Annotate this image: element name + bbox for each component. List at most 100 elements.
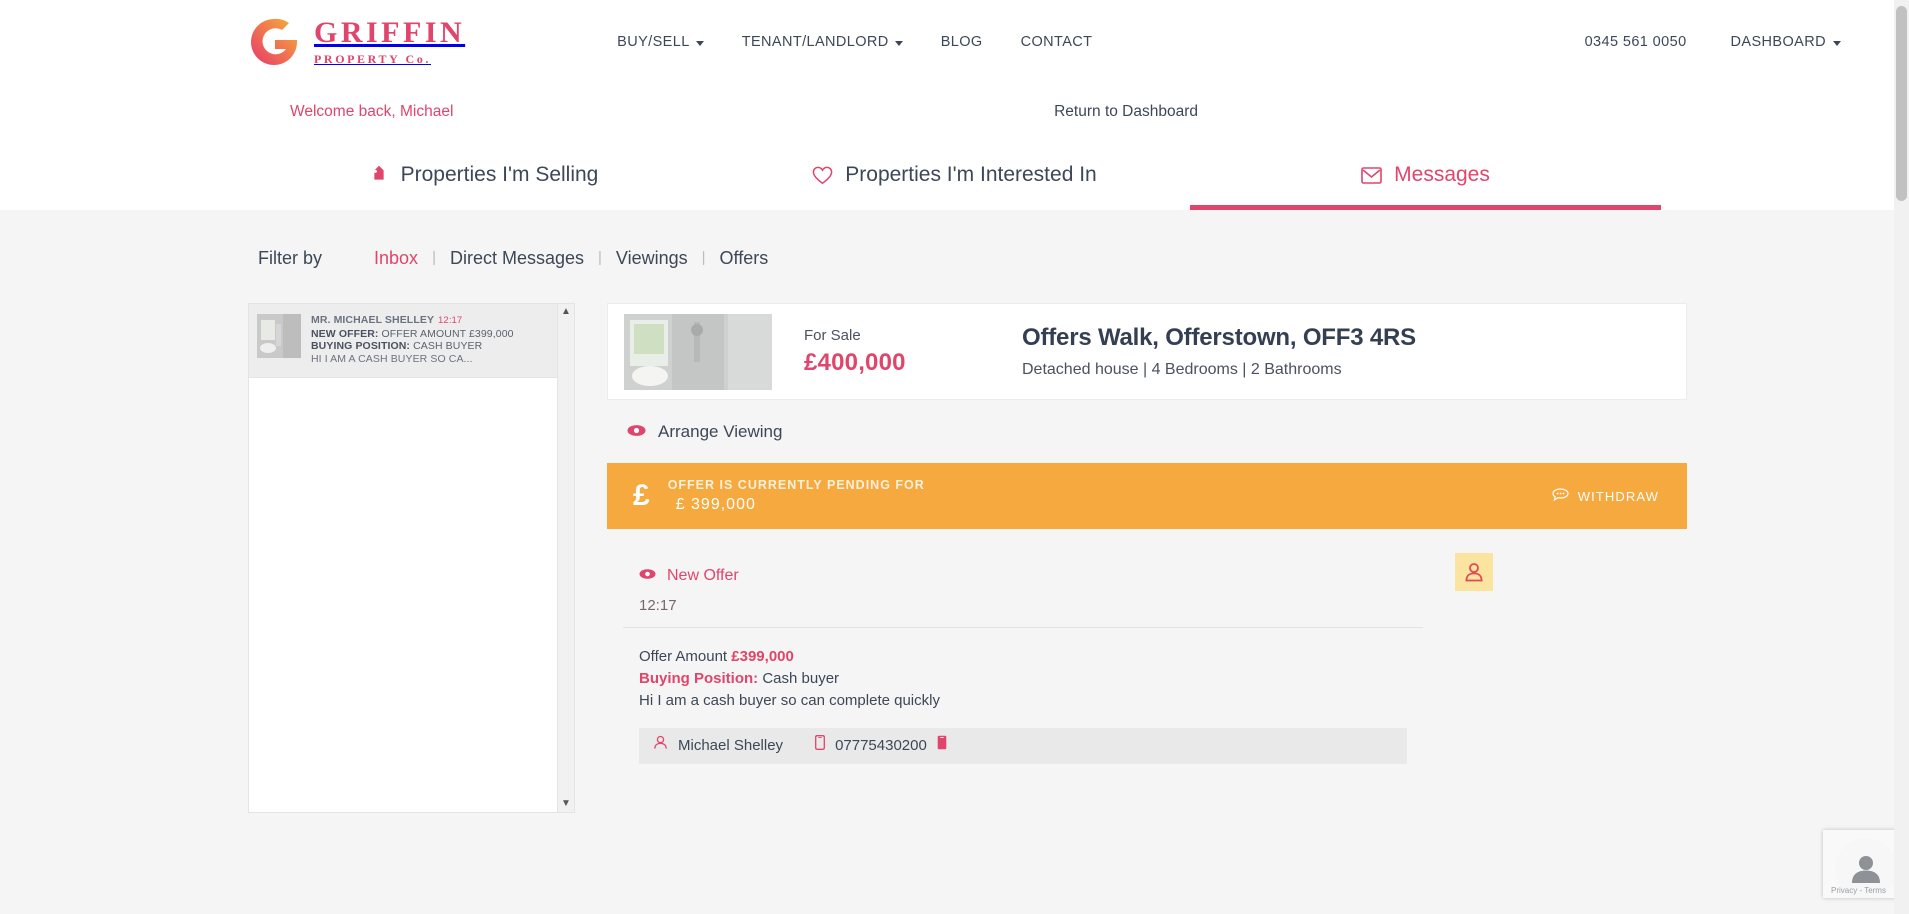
message-list-scrollbar[interactable]: ▲ ▼	[557, 304, 574, 812]
heart-icon	[812, 166, 833, 185]
contact-name: Michael Shelley	[678, 737, 784, 754]
speech-bubble-icon	[1552, 487, 1569, 505]
offer-amount-row: Offer Amount £399,000	[639, 646, 1423, 668]
property-status: For Sale	[804, 326, 861, 344]
tag-icon	[369, 165, 389, 185]
arrange-viewing-label: Arrange Viewing	[658, 422, 783, 441]
message-body-text: Hi I am a cash buyer so can complete qui…	[639, 692, 940, 709]
nav-item-buy-sell-label: BUY/SELL	[617, 34, 690, 50]
mobile-phone-icon	[815, 735, 826, 757]
nav-item-blog[interactable]: BLOG	[941, 34, 983, 50]
property-price: £400,000	[804, 348, 906, 376]
filter-option-inbox[interactable]: Inbox	[374, 248, 418, 269]
nav-item-contact[interactable]: CONTACT	[1021, 34, 1093, 50]
chevron-down-icon	[695, 40, 704, 46]
message-thread: New Offer 12:17 Offer Amount £399,000 Bu…	[607, 529, 1687, 764]
person-icon	[1465, 563, 1483, 582]
list-item[interactable]: MR. MICHAEL SHELLEY 12:17 NEW OFFER: OFFE…	[249, 304, 557, 379]
withdraw-offer-button[interactable]: WITHDRAW	[1552, 487, 1659, 505]
dashboard-tabs: Properties I'm Selling Properties I'm In…	[0, 140, 1909, 210]
phone-number-link[interactable]: 0345 561 0050	[1585, 34, 1687, 50]
message-bubble: New Offer 12:17 Offer Amount £399,000 Bu…	[623, 553, 1423, 764]
message-list-panel: MR. MICHAEL SHELLEY 12:17 NEW OFFER: OFFE…	[248, 303, 575, 813]
pending-offer-headline: OFFER IS CURRENTLY PENDING FOR	[667, 478, 925, 492]
filter-by-label: Filter by	[258, 248, 323, 268]
chevron-up-icon[interactable]: ▲	[561, 307, 571, 317]
pound-sign-icon: £	[633, 479, 650, 512]
eye-icon	[639, 567, 656, 585]
tab-properties-im-interested-in[interactable]: Properties I'm Interested In	[719, 140, 1190, 210]
message-bubble-body: Offer Amount £399,000 Buying Position: C…	[623, 628, 1423, 764]
top-navigation-bar: GRIFFIN PROPERTY Co. BUY/SELL TENANT/LAN…	[0, 0, 1909, 84]
message-type-label: New Offer	[667, 567, 739, 584]
eye-icon	[627, 422, 646, 442]
brand-wordmark: GRIFFIN PROPERTY Co.	[314, 15, 466, 67]
buying-position-row: Buying Position: Cash buyer	[639, 668, 1423, 690]
property-price-block: For Sale £400,000	[804, 327, 1014, 377]
top-right-group: 0345 561 0050 DASHBOARD	[1585, 34, 1841, 50]
property-summary-card[interactable]: For Sale £400,000 Offers Walk, Offerstow…	[607, 303, 1687, 400]
contact-details-bar: Michael Shelley 07775430200	[639, 728, 1407, 764]
nav-item-buy-sell[interactable]: BUY/SELL	[617, 34, 704, 50]
page-scrollbar[interactable]	[1894, 0, 1909, 914]
contact-phone: 07775430200	[835, 737, 927, 754]
nav-item-tenant-landlord[interactable]: TENANT/LANDLORD	[742, 34, 903, 50]
chevron-down-icon	[894, 40, 903, 46]
nav-item-tenant-landlord-label: TENANT/LANDLORD	[741, 34, 889, 50]
nav-item-blog-label: BLOG	[940, 34, 983, 50]
welcome-message: Welcome back, Michael	[290, 103, 454, 120]
pending-offer-text: OFFER IS CURRENTLY PENDING FOR £ 399,000	[668, 478, 925, 514]
withdraw-offer-label: WITHDRAW	[1577, 488, 1659, 504]
message-type: New Offer	[639, 567, 1423, 585]
filter-separator: |	[432, 249, 436, 266]
filter-bar: Filter by Inbox | Direct Messages | View…	[0, 210, 1909, 269]
griffin-g-logo-icon	[248, 16, 300, 68]
brand-logo[interactable]: GRIFFIN PROPERTY Co.	[248, 16, 465, 68]
filter-option-viewings[interactable]: Viewings	[616, 248, 688, 269]
page-scrollbar-thumb[interactable]	[1896, 6, 1907, 201]
property-photo	[624, 313, 772, 390]
message-line3-value: CASH BUYER	[413, 340, 483, 353]
tab-properties-im-interested-in-label: Properties I'm Interested In	[845, 163, 1097, 186]
buying-position-label: Buying Position:	[639, 670, 759, 687]
message-timestamp: 12:17	[639, 597, 677, 614]
nav-item-contact-label: CONTACT	[1020, 34, 1093, 50]
offer-amount-label: Offer Amount	[639, 648, 728, 665]
pending-offer-banner: £ OFFER IS CURRENTLY PENDING FOR £ 399,0…	[607, 463, 1687, 529]
property-subtitle: Detached house | 4 Bedrooms | 2 Bathroom…	[1022, 361, 1342, 378]
message-line3-key: BUYING POSITION:	[311, 340, 411, 353]
message-line2-key: NEW OFFER:	[311, 327, 379, 340]
tab-messages-label: Messages	[1394, 163, 1490, 186]
messages-layout: MR. MICHAEL SHELLEY 12:17 NEW OFFER: OFFE…	[0, 269, 1909, 813]
return-to-dashboard-link[interactable]: Return to Dashboard	[1054, 103, 1841, 121]
dashboard-menu[interactable]: DASHBOARD	[1731, 34, 1841, 50]
main-content-area: Filter by Inbox | Direct Messages | View…	[0, 210, 1909, 914]
brand-name: GRIFFIN	[314, 15, 466, 49]
message-bubble-header: New Offer 12:17	[623, 553, 1423, 628]
tab-properties-im-selling-label: Properties I'm Selling	[400, 163, 599, 186]
dashboard-menu-label: DASHBOARD	[1730, 34, 1826, 50]
message-preview: HI I AM A CASH BUYER SO CA...	[311, 352, 473, 365]
message-line2-value: OFFER AMOUNT £399,000	[381, 327, 514, 340]
tab-messages[interactable]: Messages	[1190, 140, 1661, 210]
message-thumbnail	[257, 314, 301, 358]
filter-option-direct-messages[interactable]: Direct Messages	[450, 248, 584, 269]
mobile-phone-icon[interactable]	[937, 735, 947, 757]
filter-separator: |	[598, 249, 602, 266]
recaptcha-label: Privacy - Terms	[1831, 886, 1886, 895]
primary-menu: BUY/SELL TENANT/LANDLORD BLOG CONTACT	[617, 34, 1092, 50]
phone-number-label: 0345 561 0050	[1584, 34, 1687, 50]
pending-offer-amount: £ 399,000	[675, 496, 756, 513]
property-info-block: Offers Walk, Offerstown, OFF3 4RS Detach…	[1022, 324, 1416, 379]
tab-properties-im-selling[interactable]: Properties I'm Selling	[248, 140, 719, 210]
page-root: GRIFFIN PROPERTY Co. BUY/SELL TENANT/LAN…	[0, 0, 1909, 914]
message-list: MR. MICHAEL SHELLEY 12:17 NEW OFFER: OFFE…	[249, 304, 557, 812]
filter-option-offers[interactable]: Offers	[720, 248, 769, 269]
chevron-down-icon	[1833, 40, 1841, 46]
buying-position-value: Cash buyer	[762, 670, 840, 687]
property-title: Offers Walk, Offerstown, OFF3 4RS	[1022, 324, 1416, 351]
message-time: 12:17	[438, 315, 463, 326]
arrange-viewing-button[interactable]: Arrange Viewing	[607, 400, 1687, 463]
brand-tagline: PROPERTY Co.	[314, 51, 431, 66]
chevron-down-icon[interactable]: ▼	[561, 799, 571, 809]
